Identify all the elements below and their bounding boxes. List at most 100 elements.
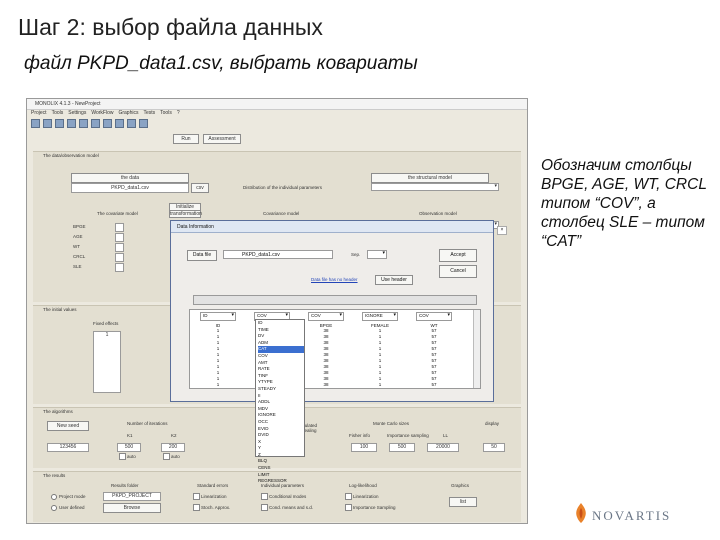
new-seed-button[interactable]: New seed bbox=[47, 421, 89, 431]
type-option[interactable]: Z bbox=[258, 452, 304, 459]
separator-dropdown[interactable] bbox=[367, 250, 387, 259]
covariate-toggle[interactable] bbox=[115, 223, 124, 232]
project-mode-radio[interactable] bbox=[51, 494, 57, 500]
structural-model-dropdown[interactable] bbox=[371, 183, 499, 191]
conditional-modes-checkbox[interactable] bbox=[261, 493, 268, 500]
type-option[interactable]: BLQ bbox=[258, 458, 304, 465]
horizontal-scrollbar[interactable] bbox=[193, 295, 477, 305]
column-type-dropdown[interactable]: COV bbox=[308, 312, 344, 321]
accept-button[interactable]: Accept bbox=[439, 249, 477, 262]
type-option[interactable]: OCC bbox=[258, 419, 304, 426]
type-option[interactable]: DVID bbox=[258, 432, 304, 439]
covariate-toggle[interactable] bbox=[115, 263, 124, 272]
open-icon[interactable] bbox=[43, 119, 52, 128]
paste-icon[interactable] bbox=[91, 119, 100, 128]
k1-field[interactable]: 500 bbox=[117, 443, 141, 452]
type-option[interactable]: REGRESSOR bbox=[258, 478, 304, 485]
graphics-list-button[interactable]: list bbox=[449, 497, 477, 507]
column-type-dropdown[interactable]: IGNORE bbox=[362, 312, 398, 321]
run-button[interactable]: Run bbox=[173, 134, 199, 144]
fixed-effects-table[interactable]: 1 bbox=[93, 331, 121, 393]
algorithms-header: The algorithms bbox=[43, 409, 73, 414]
seed-field[interactable]: 123456 bbox=[47, 443, 89, 452]
chart-icon[interactable] bbox=[103, 119, 112, 128]
type-option[interactable]: ADM bbox=[258, 340, 304, 347]
column-type-dropdown[interactable]: ID bbox=[200, 312, 236, 321]
type-option[interactable]: RATE bbox=[258, 366, 304, 373]
covariate-toggle[interactable] bbox=[115, 243, 124, 252]
auto-k1-checkbox[interactable] bbox=[119, 453, 126, 460]
type-option[interactable]: CENS bbox=[258, 465, 304, 472]
menu-item[interactable]: Project bbox=[31, 110, 47, 116]
column-type-dropdown[interactable]: COV bbox=[416, 312, 452, 321]
results-folder-field[interactable]: PKPD_PROJECT bbox=[103, 492, 161, 501]
type-option[interactable]: TIME bbox=[258, 327, 304, 334]
type-option[interactable]: ID bbox=[258, 320, 304, 327]
new-icon[interactable] bbox=[31, 119, 40, 128]
no-header-link[interactable]: Data file has no header bbox=[311, 277, 358, 282]
export-icon[interactable] bbox=[139, 119, 148, 128]
save-icon[interactable] bbox=[55, 119, 64, 128]
grid-cell: 1 bbox=[216, 382, 220, 387]
data-browse-button[interactable]: csv bbox=[191, 183, 209, 193]
data-info-dialog: Data Information –□× Data file PKPD_data… bbox=[170, 220, 507, 483]
type-option[interactable]: MDV bbox=[258, 406, 304, 413]
display-field[interactable]: 50 bbox=[483, 443, 505, 452]
ll-linearization-checkbox[interactable] bbox=[345, 493, 352, 500]
menu-item[interactable]: Tools bbox=[52, 110, 64, 116]
browse-button[interactable]: Browse bbox=[103, 503, 161, 513]
column-type-dropdown-list[interactable]: ID TIME DV ADM CAT COV AMT RATE TINF YTYPE STEADY I… bbox=[255, 319, 305, 483]
observation-model-label: Observation model bbox=[419, 211, 457, 216]
type-option[interactable]: COV bbox=[258, 353, 304, 360]
mc-is-field[interactable]: 500 bbox=[389, 443, 415, 452]
covariate-toggle[interactable] bbox=[115, 233, 124, 242]
use-header-button[interactable]: Use header bbox=[375, 275, 413, 285]
type-option[interactable]: X bbox=[258, 439, 304, 446]
mc-fisher-field[interactable]: 100 bbox=[351, 443, 377, 452]
type-option[interactable]: DV bbox=[258, 333, 304, 340]
copy-icon[interactable] bbox=[79, 119, 88, 128]
importance-sampling-checkbox[interactable] bbox=[345, 504, 352, 511]
structural-model-button[interactable]: the structural model bbox=[371, 173, 489, 183]
menu-item[interactable]: WorkFlow bbox=[91, 110, 113, 116]
menu-item[interactable]: Tests bbox=[143, 110, 155, 116]
type-option[interactable]: EVID bbox=[258, 426, 304, 433]
stoch-approx-checkbox[interactable] bbox=[193, 504, 200, 511]
data-file-field[interactable]: PKPD_data1.csv bbox=[71, 183, 189, 193]
data-file-button[interactable]: the data bbox=[71, 173, 189, 183]
covariate-toggle[interactable] bbox=[115, 253, 124, 262]
type-option[interactable]: YTYPE bbox=[258, 379, 304, 386]
conditional-means-checkbox[interactable] bbox=[261, 504, 268, 511]
settings-icon[interactable] bbox=[115, 119, 124, 128]
type-option[interactable]: II bbox=[258, 393, 304, 400]
menu-item[interactable]: ? bbox=[177, 110, 180, 116]
covariate-label: CRCL bbox=[73, 254, 86, 259]
type-option[interactable]: CAT bbox=[258, 346, 304, 353]
type-option[interactable]: TINF bbox=[258, 373, 304, 380]
cancel-button[interactable]: Cancel bbox=[439, 265, 477, 278]
dialog-close-button[interactable]: × bbox=[497, 226, 507, 235]
type-option[interactable]: ADDL bbox=[258, 399, 304, 406]
type-option[interactable]: LIMIT bbox=[258, 472, 304, 479]
cut-icon[interactable] bbox=[67, 119, 76, 128]
k2-field[interactable]: 200 bbox=[161, 443, 185, 452]
type-option[interactable]: AMT bbox=[258, 360, 304, 367]
stop-icon[interactable] bbox=[127, 119, 136, 128]
grid-vertical-scrollbar[interactable] bbox=[473, 310, 480, 388]
menu-item[interactable]: Graphics bbox=[118, 110, 138, 116]
type-option[interactable]: STEADY bbox=[258, 386, 304, 393]
transformation-button[interactable]: transformation bbox=[169, 210, 202, 218]
grid-column: IDID1111111111 bbox=[200, 312, 236, 388]
menu-item[interactable]: Tools bbox=[160, 110, 172, 116]
data-file-dialog-button[interactable]: Data file bbox=[187, 250, 217, 261]
assessment-button[interactable]: Assessment bbox=[203, 134, 241, 144]
type-option[interactable]: Y bbox=[258, 445, 304, 452]
menu-item[interactable]: Settings bbox=[68, 110, 86, 116]
auto-k2-checkbox[interactable] bbox=[163, 453, 170, 460]
linearization-checkbox[interactable] bbox=[193, 493, 200, 500]
mc-ll-field[interactable]: 20000 bbox=[427, 443, 459, 452]
user-defined-radio[interactable] bbox=[51, 505, 57, 511]
type-option[interactable]: IGNORE bbox=[258, 412, 304, 419]
log-likelihood-label: Log-likelihood bbox=[349, 483, 377, 488]
dialog-filename-field[interactable]: PKPD_data1.csv bbox=[223, 250, 333, 259]
